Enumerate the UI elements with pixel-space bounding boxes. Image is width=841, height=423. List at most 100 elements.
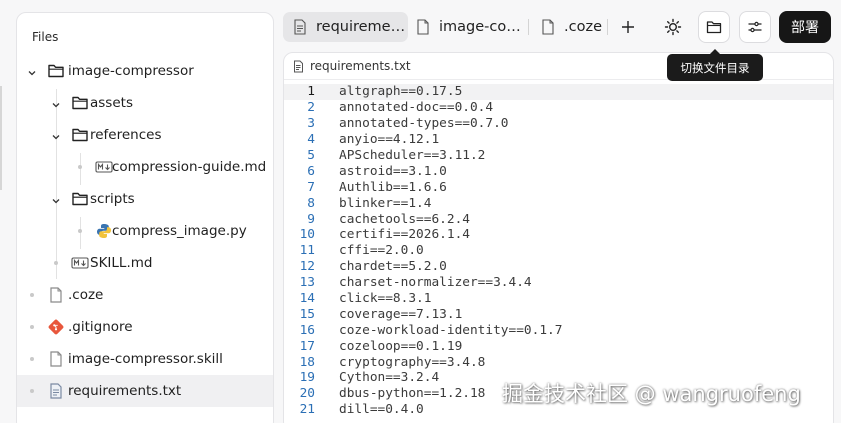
code-line[interactable]: 9 cachetools==6.2.4 [284,211,833,227]
tree-item-label: image-compressor [68,63,194,79]
code-line[interactable]: 16 coze-workload-identity==0.1.7 [284,322,833,338]
line-text: cffi==2.0.0 [339,243,424,259]
line-number: 15 [299,306,315,322]
tree-item-skill-md[interactable]: SKILL.md [17,247,273,279]
deploy-button[interactable]: 部署 [779,11,831,43]
plus-icon [622,21,634,33]
line-number: 2 [307,100,315,116]
line-text: dbus-python==1.2.18 [339,386,486,402]
tree-item-label: compress_image.py [112,223,247,239]
code-line[interactable]: 18 cryptography==3.4.8 [284,354,833,370]
file-icon [542,19,554,35]
tree-item-compression-guide-md[interactable]: compression-guide.md [17,151,273,183]
tree-item-image-compressor[interactable]: image-compressor [17,55,273,87]
sun-icon [664,18,682,36]
line-number: 12 [299,259,315,275]
tree-item-label: image-compressor.skill [68,351,223,367]
tab-requirements[interactable]: requireme… [283,12,408,42]
line-number: 20 [299,386,315,402]
line-number: 1 [307,84,315,100]
chevron-down-icon[interactable] [51,194,61,204]
code-line[interactable]: 10 certifi==2026.1.4 [284,227,833,243]
code-line[interactable]: 6 astroid==3.1.0 [284,163,833,179]
tooltip-toggle-directory: 切换文件目录 [667,49,763,81]
theme-toggle-button[interactable] [657,11,689,43]
line-text: coverage==7.13.1 [339,306,463,322]
code-area[interactable]: 1 altgraph==0.17.5 2 annotated-doc==0.0.4 3 a… [284,84,833,418]
code-line[interactable]: 14 click==8.3.1 [284,291,833,307]
tab-bar: requireme… image-co… .coze [282,10,841,44]
chevron-down-icon[interactable] [51,130,61,140]
tree-item-assets[interactable]: assets [17,87,273,119]
code-line[interactable]: 3 annotated-types==0.7.0 [284,116,833,132]
line-text: cozeloop==0.1.19 [339,338,463,354]
code-line[interactable]: 13 charset-normalizer==3.4.4 [284,275,833,291]
chevron-down-icon[interactable] [27,66,37,76]
tree-item-image-compressor-skill[interactable]: image-compressor.skill [17,343,273,375]
watermark: 掘金技术社区 @ wangruofeng [502,382,801,406]
line-number: 9 [307,211,315,227]
settings-button[interactable] [739,11,771,43]
sidebar-title: Files [32,30,59,44]
code-line[interactable]: 4 anyio==4.12.1 [284,132,833,148]
add-tab-button[interactable] [612,11,644,43]
tree-item-scripts[interactable]: scripts [17,183,273,215]
tree-item-compress-image-py[interactable]: compress_image.py [17,215,273,247]
folder-icon [47,62,65,80]
tree-bullet [30,293,34,297]
line-number: 4 [307,132,315,148]
tree-bullet [54,261,58,265]
tree-item-label: references [90,127,162,143]
line-number: 10 [299,227,315,243]
code-line[interactable]: 15 coverage==7.13.1 [284,306,833,322]
tab-label: requireme… [316,19,406,35]
code-line[interactable]: 1 altgraph==0.17.5 [284,84,833,100]
line-text: Authlib==1.6.6 [339,179,447,195]
line-text: Cython==3.2.4 [339,370,440,386]
tree-item-label: SKILL.md [90,255,153,271]
line-number: 21 [299,402,315,418]
line-text: coze-workload-identity==0.1.7 [339,322,563,338]
line-text: dill==0.4.0 [339,402,424,418]
line-number: 11 [299,243,315,259]
markdown-icon [71,254,89,272]
line-text: annotated-doc==0.0.4 [339,100,494,116]
folder-icon [71,94,89,112]
code-line[interactable]: 17 cozeloop==0.1.19 [284,338,833,354]
file-icon [417,19,429,35]
line-text: astroid==3.1.0 [339,163,447,179]
text-file-icon [294,19,306,35]
code-line[interactable]: 11 cffi==2.0.0 [284,243,833,259]
line-text: annotated-types==0.7.0 [339,116,509,132]
code-line[interactable]: 5 APScheduler==3.11.2 [284,148,833,164]
python-icon [95,222,113,240]
tree-item-requirements-txt[interactable]: requirements.txt [17,375,273,407]
tree-bullet [78,165,82,169]
line-text: cachetools==6.2.4 [339,211,470,227]
editor-filename: requirements.txt [310,59,411,73]
line-number: 5 [307,148,315,163]
tab-image-compressor[interactable]: image-co… [416,12,526,42]
tree-item-label: requirements.txt [68,383,182,399]
line-text: cryptography==3.4.8 [339,354,486,370]
line-text: certifi==2026.1.4 [339,227,470,243]
tree-item-label: assets [90,95,133,111]
code-line[interactable]: 8 blinker==1.4 [284,195,833,211]
code-editor[interactable]: requirements.txt 1 altgraph==0.17.5 2 annot… [283,52,834,423]
line-number: 3 [307,116,315,132]
tree-item-label: compression-guide.md [112,159,267,175]
toggle-directory-button[interactable] [698,11,730,43]
tab-coze[interactable]: .coze [541,12,607,42]
tree-item-label: scripts [90,191,135,207]
code-line[interactable]: 2 annotated-doc==0.0.4 [284,100,833,116]
line-text: charset-normalizer==3.4.4 [339,275,532,291]
code-line[interactable]: 7 Authlib==1.6.6 [284,179,833,195]
tree-item-coze[interactable]: .coze [17,279,273,311]
tab-divider [607,19,608,35]
line-number: 14 [299,291,315,307]
code-line[interactable]: 12 chardet==5.2.0 [284,259,833,275]
tree-item-references[interactable]: references [17,119,273,151]
line-number: 17 [299,338,315,354]
chevron-down-icon[interactable] [51,98,61,108]
tree-item-gitignore[interactable]: .gitignore [17,311,273,343]
